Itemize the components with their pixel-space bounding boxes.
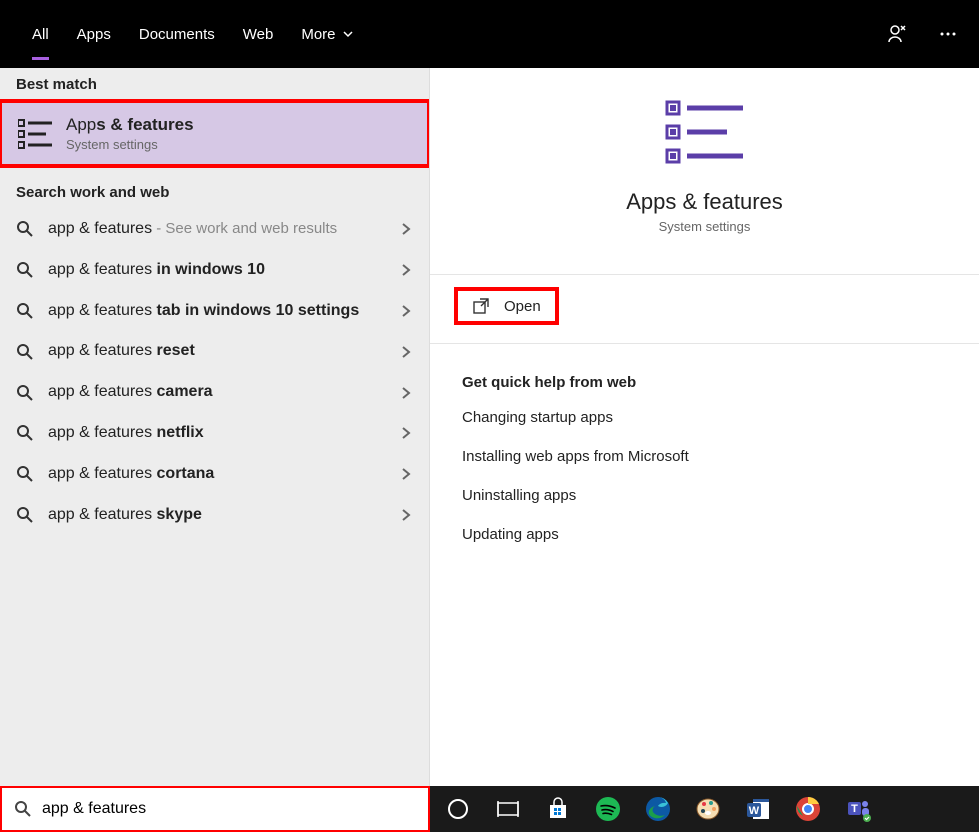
tab-documents[interactable]: Documents bbox=[125, 0, 229, 68]
search-icon bbox=[14, 800, 32, 818]
search-result-text: app & features cortana bbox=[48, 464, 391, 485]
preview-subtitle: System settings bbox=[430, 219, 979, 234]
tab-more-label: More bbox=[301, 26, 335, 43]
search-results-panel: Best match Apps & features System settin… bbox=[0, 68, 430, 786]
chevron-right-icon bbox=[399, 345, 413, 359]
taskbar-word-icon[interactable]: W bbox=[734, 786, 782, 832]
feedback-icon[interactable] bbox=[885, 21, 911, 47]
taskbar-taskview-icon[interactable] bbox=[484, 786, 532, 832]
open-label: Open bbox=[504, 298, 541, 315]
search-icon bbox=[16, 384, 34, 402]
taskbar-chrome-icon[interactable] bbox=[784, 786, 832, 832]
search-result-item[interactable]: app & features netflix bbox=[0, 413, 429, 454]
search-result-text: app & features skype bbox=[48, 505, 391, 526]
search-result-text: app & features in windows 10 bbox=[48, 260, 391, 281]
search-result-item[interactable]: app & features - See work and web result… bbox=[0, 209, 429, 250]
search-box[interactable] bbox=[2, 788, 428, 830]
tab-web[interactable]: Web bbox=[229, 0, 288, 68]
search-result-item[interactable]: app & features reset bbox=[0, 331, 429, 372]
taskbar-store-icon[interactable] bbox=[534, 786, 582, 832]
search-result-text: app & features - See work and web result… bbox=[48, 219, 391, 240]
search-icon bbox=[16, 465, 34, 483]
apps-features-icon bbox=[18, 117, 52, 151]
top-tab-bar: All Apps Documents Web More bbox=[0, 0, 979, 68]
search-icon bbox=[16, 424, 34, 442]
best-match-header: Best match bbox=[0, 68, 429, 99]
search-result-text: app & features camera bbox=[48, 382, 391, 403]
search-result-item[interactable]: app & features cortana bbox=[0, 454, 429, 495]
preview-panel: Apps & features System settings Open Get… bbox=[430, 68, 979, 786]
chevron-down-icon bbox=[342, 28, 354, 40]
help-link[interactable]: Changing startup apps bbox=[462, 409, 947, 426]
help-header: Get quick help from web bbox=[462, 374, 947, 391]
taskbar-teams-icon[interactable]: T bbox=[834, 786, 882, 832]
taskbar-edge-icon[interactable] bbox=[634, 786, 682, 832]
ellipsis-icon[interactable] bbox=[935, 21, 961, 47]
best-match-title: Apps & features bbox=[66, 115, 194, 135]
work-web-header: Search work and web bbox=[0, 168, 429, 209]
preview-apps-features-icon bbox=[665, 96, 745, 170]
tab-all[interactable]: All bbox=[18, 0, 63, 68]
open-button[interactable]: Open bbox=[454, 287, 559, 325]
chevron-right-icon bbox=[399, 304, 413, 318]
help-link[interactable]: Updating apps bbox=[462, 526, 947, 543]
search-result-text: app & features reset bbox=[48, 341, 391, 362]
search-result-text: app & features tab in windows 10 setting… bbox=[48, 301, 391, 322]
chevron-right-icon bbox=[399, 426, 413, 440]
search-icon bbox=[16, 343, 34, 361]
taskbar-cortana-icon[interactable] bbox=[434, 786, 482, 832]
help-link[interactable]: Installing web apps from Microsoft bbox=[462, 448, 947, 465]
chevron-right-icon bbox=[399, 263, 413, 277]
svg-text:W: W bbox=[749, 805, 760, 817]
search-result-text: app & features netflix bbox=[48, 423, 391, 444]
taskbar-paint-icon[interactable] bbox=[684, 786, 732, 832]
search-input[interactable] bbox=[42, 800, 416, 818]
taskbar-spotify-icon[interactable] bbox=[584, 786, 632, 832]
search-result-item[interactable]: app & features in windows 10 bbox=[0, 250, 429, 291]
chevron-right-icon bbox=[399, 508, 413, 522]
preview-title: Apps & features bbox=[430, 189, 979, 215]
best-match-subtitle: System settings bbox=[66, 137, 194, 152]
search-result-item[interactable]: app & features tab in windows 10 setting… bbox=[0, 291, 429, 332]
open-external-icon bbox=[472, 297, 490, 315]
chevron-right-icon bbox=[399, 467, 413, 481]
chevron-right-icon bbox=[399, 222, 413, 236]
chevron-right-icon bbox=[399, 386, 413, 400]
search-result-item[interactable]: app & features camera bbox=[0, 372, 429, 413]
search-result-item[interactable]: app & features skype bbox=[0, 495, 429, 536]
search-icon bbox=[16, 261, 34, 279]
tab-apps[interactable]: Apps bbox=[63, 0, 125, 68]
svg-text:T: T bbox=[851, 803, 858, 815]
search-icon bbox=[16, 506, 34, 524]
search-icon bbox=[16, 302, 34, 320]
taskbar: W T bbox=[0, 786, 979, 832]
help-link[interactable]: Uninstalling apps bbox=[462, 487, 947, 504]
search-box-highlight bbox=[0, 786, 430, 832]
search-icon bbox=[16, 220, 34, 238]
best-match-item[interactable]: Apps & features System settings bbox=[0, 99, 430, 168]
tab-more[interactable]: More bbox=[287, 0, 367, 68]
